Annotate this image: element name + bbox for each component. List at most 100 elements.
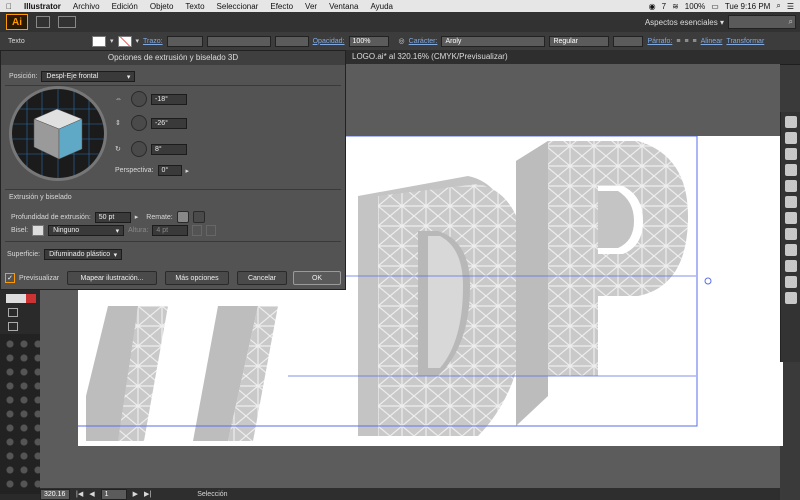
- status-bar: 320.16 |◀ ◀ 1 ▶ ▶| Selección: [40, 488, 780, 500]
- perspective-field[interactable]: 0°: [157, 165, 182, 176]
- last-page-icon[interactable]: ▶|: [144, 490, 151, 498]
- brush-field[interactable]: [274, 35, 309, 47]
- fill-swatch[interactable]: [92, 35, 106, 47]
- none-color-icon[interactable]: [26, 294, 36, 303]
- align-link[interactable]: Alinear: [701, 38, 723, 45]
- zoom-field[interactable]: 320.16: [40, 488, 70, 500]
- apple-menu-icon[interactable]: : [0, 2, 18, 11]
- stroke-swatch[interactable]: [117, 35, 132, 47]
- first-page-icon[interactable]: |◀: [76, 490, 83, 498]
- graphic-styles-icon[interactable]: [785, 260, 797, 272]
- swatches-icon[interactable]: [785, 148, 797, 160]
- menu-texto[interactable]: Texto: [179, 2, 210, 11]
- prev-page-icon[interactable]: ◀: [89, 490, 94, 498]
- rotate-y-knob[interactable]: [131, 115, 147, 131]
- menu-ayuda[interactable]: Ayuda: [364, 2, 399, 11]
- opacity-field[interactable]: 100%: [348, 35, 389, 47]
- menu-objeto[interactable]: Objeto: [144, 2, 180, 11]
- clock[interactable]: Tue 9:16 PM: [725, 2, 771, 11]
- battery-icon[interactable]: ▭: [711, 2, 719, 11]
- menu-efecto[interactable]: Efecto: [264, 2, 299, 11]
- align-left-icon[interactable]: ≡: [676, 38, 680, 45]
- current-tool-label[interactable]: Selección: [197, 491, 227, 498]
- menu-ver[interactable]: Ver: [299, 2, 323, 11]
- notification-center-icon[interactable]: ☰: [787, 2, 794, 11]
- depth-field[interactable]: 50 pt: [94, 211, 131, 223]
- variable-width-field[interactable]: [206, 35, 271, 47]
- font-size-field[interactable]: [613, 35, 644, 47]
- rotate-z-field[interactable]: 8°: [151, 143, 187, 155]
- transparency-icon[interactable]: [785, 228, 797, 240]
- layers-icon[interactable]: [785, 276, 797, 288]
- surface-dropdown[interactable]: Difuminado plástico ▾: [44, 249, 123, 260]
- bevel-dropdown[interactable]: Ninguno ▾: [48, 225, 125, 236]
- stroke-panel-icon[interactable]: [785, 196, 797, 208]
- extrude-bevel-dialog: Opciones de extrusión y biselado 3D Posi…: [0, 50, 346, 290]
- rotate-z-knob[interactable]: [131, 141, 147, 157]
- more-options-button[interactable]: Más opciones: [165, 271, 229, 285]
- preview-checkbox[interactable]: ✓: [5, 273, 15, 283]
- menu-archivo[interactable]: Archivo: [67, 2, 106, 11]
- draw-normal-icon[interactable]: [8, 308, 18, 317]
- stroke-link[interactable]: Trazo:: [143, 38, 163, 45]
- right-panel-dock: [780, 112, 800, 362]
- font-style-field[interactable]: Regular: [549, 35, 610, 47]
- app-menu[interactable]: Illustrator: [18, 2, 67, 11]
- adobe-cc-icon[interactable]: ◉: [649, 2, 656, 11]
- cancel-button[interactable]: Cancelar: [237, 271, 287, 285]
- next-page-icon[interactable]: ▶: [133, 490, 138, 498]
- selection-type-label: Texto: [8, 37, 25, 45]
- bevel-label: Bisel:: [11, 227, 29, 234]
- rotate-y-field[interactable]: -26°: [151, 117, 187, 129]
- map-art-button[interactable]: Mapear ilustración...: [67, 271, 157, 285]
- dropdown-arrow-icon[interactable]: ▾: [136, 37, 140, 45]
- opacity-link[interactable]: Opacidad:: [313, 38, 345, 45]
- cap-on-icon[interactable]: [176, 211, 189, 223]
- arrange-documents-icon[interactable]: [58, 16, 76, 28]
- character-link[interactable]: Carácter:: [409, 38, 438, 45]
- paragraph-link[interactable]: Párrafo:: [647, 38, 672, 45]
- depth-arrow-icon[interactable]: ▸: [135, 213, 139, 221]
- position-dropdown[interactable]: Despl-Eje frontal ▾: [41, 71, 136, 82]
- dropdown-arrow-icon[interactable]: ▾: [110, 37, 114, 45]
- search-input[interactable]: ⌕: [728, 15, 796, 29]
- menu-ventana[interactable]: Ventana: [323, 2, 364, 11]
- wifi-icon[interactable]: ≋: [672, 2, 679, 11]
- workspace-switcher[interactable]: Aspectos esenciales ▾: [645, 18, 724, 27]
- spotlight-icon[interactable]: ⌕: [776, 1, 780, 11]
- align-center-icon[interactable]: ≡: [684, 38, 688, 45]
- 3d-rotation-preview[interactable]: [9, 86, 107, 181]
- brushes-icon[interactable]: [785, 164, 797, 176]
- artboards-icon[interactable]: [785, 292, 797, 304]
- stroke-tool-icon[interactable]: [16, 294, 26, 303]
- cap-off-icon[interactable]: [192, 211, 205, 223]
- perspective-label: Perspectiva:: [115, 167, 154, 174]
- align-right-icon[interactable]: ≡: [693, 38, 697, 45]
- stroke-weight-field[interactable]: [166, 35, 203, 47]
- fill-tool-icon[interactable]: [6, 294, 16, 303]
- document-tab[interactable]: LOGO.ai* al 320.16% (CMYK/Previsualizar): [352, 52, 508, 61]
- height-label: Altura:: [128, 227, 149, 234]
- rotate-x-field[interactable]: -18°: [151, 93, 187, 105]
- rotate-x-knob[interactable]: [131, 91, 147, 107]
- page-field[interactable]: 1: [100, 488, 127, 500]
- bevel-in-icon: [206, 225, 217, 236]
- recolor-icon[interactable]: ◎: [399, 37, 405, 45]
- bridge-icon[interactable]: [36, 16, 50, 28]
- transform-link[interactable]: Transformar: [726, 38, 764, 45]
- color-panel-icon[interactable]: [785, 116, 797, 128]
- tools-panel: [0, 290, 40, 500]
- perspective-arrow-icon[interactable]: ▸: [186, 167, 190, 175]
- symbols-icon[interactable]: [785, 180, 797, 192]
- document-tab-bar: LOGO.ai* al 320.16% (CMYK/Previsualizar): [346, 50, 800, 65]
- menu-edicion[interactable]: Edición: [106, 2, 144, 11]
- menu-seleccionar[interactable]: Seleccionar: [211, 2, 265, 11]
- notification-badge: 7: [661, 1, 667, 11]
- screen-mode-icon[interactable]: [8, 322, 18, 331]
- ok-button[interactable]: OK: [293, 271, 341, 285]
- font-family-field[interactable]: Aroly: [441, 35, 546, 47]
- gradient-icon[interactable]: [785, 212, 797, 224]
- color-guide-icon[interactable]: [785, 132, 797, 144]
- bevel-value: Ninguno: [53, 227, 80, 234]
- appearance-icon[interactable]: [785, 244, 797, 256]
